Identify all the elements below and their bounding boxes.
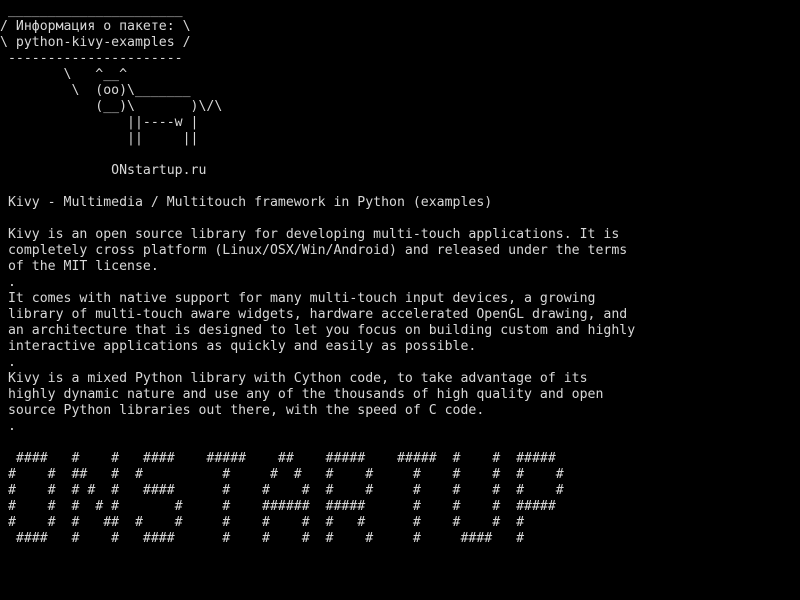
paragraph-separator: . (0, 355, 16, 370)
cowsay-bubble-bottom: ---------------------- (0, 51, 183, 66)
cowsay-bubble-top: ______________________ (0, 3, 183, 18)
banner-art-line: # # # ## # # # # # # # # # # # (0, 515, 525, 530)
banner-art-line: #### # # #### ##### ## ##### ##### # # #… (0, 451, 556, 466)
description-line: interactive applications as quickly and … (0, 339, 477, 354)
description-line: source Python libraries out there, with … (0, 403, 485, 418)
package-summary: Kivy - Multimedia / Multitouch framework… (0, 195, 493, 210)
description-line: Kivy is a mixed Python library with Cyth… (0, 371, 588, 386)
cowsay-bubble-title: / Информация о пакете: \ (0, 19, 191, 34)
description-line: Kivy is an open source library for devel… (0, 227, 620, 242)
description-line: library of multi-touch aware widgets, ha… (0, 307, 628, 322)
description-line: highly dynamic nature and use any of the… (0, 387, 604, 402)
cowsay-cow-line: (__)\ )\/\ (0, 99, 223, 114)
banner-art-line: # # ## # # # # # # # # # # # # (0, 467, 564, 482)
banner-art-line: # # # # # #### # # # # # # # # # # (0, 483, 564, 498)
banner-art-line: # # # # # # # ###### ##### # # # ##### (0, 499, 556, 514)
paragraph-separator: . (0, 419, 16, 434)
description-line: completely cross platform (Linux/OSX/Win… (0, 243, 628, 258)
terminal-screen[interactable]: ______________________ / Информация о па… (0, 0, 800, 600)
cowsay-cow-line: || || (0, 131, 199, 146)
cowsay-cow-line: \ (oo)\_______ (0, 83, 191, 98)
site-credit: ONstartup.ru (0, 163, 207, 178)
paragraph-separator: . (0, 275, 16, 290)
cowsay-bubble-package: \ python-kivy-examples / (0, 35, 191, 50)
description-line: an architecture that is designed to let … (0, 323, 636, 338)
cowsay-cow-line: ||----w | (0, 115, 199, 130)
banner-art-line: #### # # #### # # # # # # #### # (0, 531, 525, 546)
description-line: of the MIT license. (0, 259, 159, 274)
cowsay-cow-line: \ ^__^ (0, 67, 128, 82)
description-line: It comes with native support for many mu… (0, 291, 596, 306)
